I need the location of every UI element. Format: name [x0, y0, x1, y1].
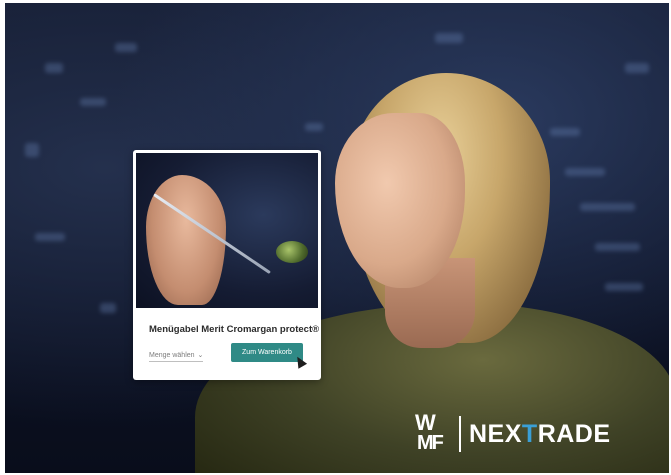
bokeh-light [115, 43, 137, 52]
quantity-select[interactable]: Menge wählen ⌄ [149, 349, 203, 362]
bokeh-light [605, 283, 643, 291]
product-image[interactable] [136, 153, 318, 308]
bokeh-light [305, 123, 323, 131]
food-illustration [276, 241, 308, 263]
product-card[interactable]: Menügabel Merit Cromargan protect® Menge… [133, 150, 321, 380]
bokeh-light [435, 33, 463, 43]
wordmark-suffix: RADE [537, 419, 611, 448]
bokeh-light [595, 243, 640, 251]
logo-divider [459, 416, 461, 452]
hero-banner [5, 3, 669, 473]
quantity-placeholder: Menge wählen [149, 351, 195, 359]
product-title[interactable]: Menügabel Merit Cromargan protect® [149, 324, 319, 335]
wordmark-prefix: NEX [469, 419, 522, 448]
chevron-down-icon: ⌄ [197, 352, 204, 359]
wmf-logo-bottom: MF [417, 432, 444, 454]
nextrade-wordmark: NEXTRADE [469, 420, 611, 449]
wmf-logo: W MF [415, 412, 453, 456]
brand-logo: W MF NEXTRADE [415, 410, 611, 458]
bokeh-light [35, 233, 65, 241]
bokeh-light [565, 168, 605, 176]
bokeh-light [45, 63, 63, 73]
wmf-logo-top: W [415, 410, 436, 435]
bokeh-light [550, 128, 580, 136]
bokeh-light [625, 63, 649, 73]
bokeh-light [580, 203, 635, 211]
bokeh-light [100, 303, 116, 313]
wordmark-accent: T [521, 419, 538, 448]
bokeh-light [25, 143, 39, 157]
woman-face [335, 113, 465, 288]
bokeh-light [80, 98, 106, 106]
